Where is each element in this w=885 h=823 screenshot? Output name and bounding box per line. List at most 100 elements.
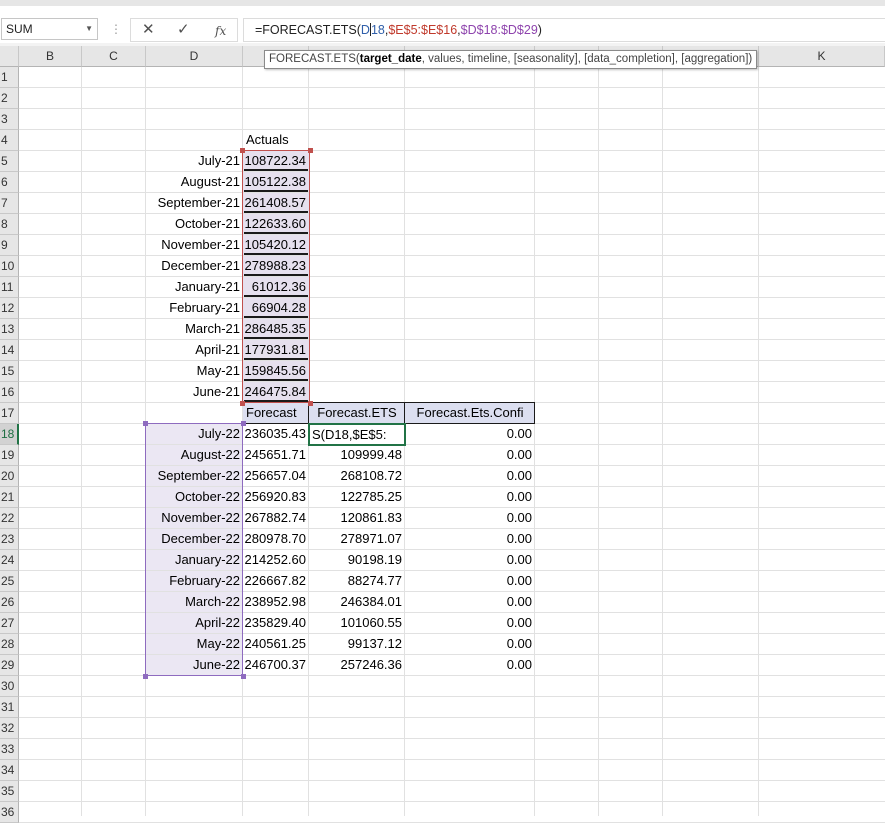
actual-date-cell[interactable]: February-21: [146, 298, 243, 318]
forecast-value-cell[interactable]: 226667.82: [243, 571, 309, 591]
forecast-value-cell[interactable]: 240561.25: [243, 634, 309, 654]
actual-date-cell[interactable]: May-21: [146, 361, 243, 381]
forecast-value-cell[interactable]: 236035.43: [243, 424, 309, 444]
resize-handle[interactable]: [240, 401, 245, 406]
forecast-date-cell[interactable]: November-22: [146, 508, 243, 528]
forecast-confidence-cell[interactable]: 0.00: [405, 592, 535, 612]
actual-date-cell[interactable]: September-21: [146, 193, 243, 213]
forecast-confidence-cell[interactable]: 0.00: [405, 571, 535, 591]
row-header[interactable]: 29: [0, 655, 19, 676]
column-header[interactable]: K: [759, 46, 885, 67]
row-header[interactable]: 27: [0, 613, 19, 634]
row-header[interactable]: 3: [0, 109, 19, 130]
row-header[interactable]: 20: [0, 466, 19, 487]
forecast-date-cell[interactable]: May-22: [146, 634, 243, 654]
cancel-icon[interactable]: ✕: [142, 21, 155, 39]
column-header[interactable]: D: [146, 46, 243, 67]
actual-value-cell[interactable]: 105420.12: [243, 235, 309, 255]
row-header[interactable]: 1: [0, 67, 19, 88]
resize-handle[interactable]: [143, 421, 148, 426]
resize-handle[interactable]: [240, 148, 245, 153]
forecast-table-header[interactable]: Forecast.Ets.Confi: [405, 403, 535, 423]
forecast-ets-cell[interactable]: 101060.55: [309, 613, 405, 633]
row-header[interactable]: 16: [0, 382, 19, 403]
actual-value-cell[interactable]: 246475.84: [243, 382, 309, 402]
name-box[interactable]: SUM ▼: [1, 18, 98, 40]
row-header[interactable]: 13: [0, 319, 19, 340]
forecast-confidence-cell[interactable]: 0.00: [405, 445, 535, 465]
actual-date-cell[interactable]: January-21: [146, 277, 243, 297]
row-header[interactable]: 28: [0, 634, 19, 655]
forecast-date-cell[interactable]: April-22: [146, 613, 243, 633]
row-header[interactable]: 15: [0, 361, 19, 382]
actual-value-cell[interactable]: 261408.57: [243, 193, 309, 213]
forecast-ets-cell[interactable]: 278971.07: [309, 529, 405, 549]
resize-handle[interactable]: [308, 401, 313, 406]
forecast-table-header[interactable]: Forecast: [243, 403, 309, 423]
actual-value-cell[interactable]: 286485.35: [243, 319, 309, 339]
row-header[interactable]: 9: [0, 235, 19, 256]
row-header[interactable]: 7: [0, 193, 19, 214]
forecast-ets-cell[interactable]: 120861.83: [309, 508, 405, 528]
actual-date-cell[interactable]: June-21: [146, 382, 243, 402]
actual-date-cell[interactable]: March-21: [146, 319, 243, 339]
actual-value-cell[interactable]: 177931.81: [243, 340, 309, 360]
row-header[interactable]: 4: [0, 130, 19, 151]
row-header[interactable]: 18: [0, 424, 19, 445]
forecast-date-cell[interactable]: August-22: [146, 445, 243, 465]
forecast-value-cell[interactable]: 238952.98: [243, 592, 309, 612]
enter-icon[interactable]: ✓: [177, 21, 190, 39]
forecast-ets-cell[interactable]: 122785.25: [309, 487, 405, 507]
row-header[interactable]: 11: [0, 277, 19, 298]
select-all-corner[interactable]: [0, 46, 19, 67]
row-header[interactable]: 5: [0, 151, 19, 172]
forecast-confidence-cell[interactable]: 0.00: [405, 424, 535, 444]
actual-date-cell[interactable]: December-21: [146, 256, 243, 276]
row-header[interactable]: 33: [0, 739, 19, 760]
actual-date-cell[interactable]: April-21: [146, 340, 243, 360]
actual-date-cell[interactable]: November-21: [146, 235, 243, 255]
row-header[interactable]: 10: [0, 256, 19, 277]
actuals-header[interactable]: Actuals: [243, 130, 309, 150]
row-header[interactable]: 32: [0, 718, 19, 739]
actual-date-cell[interactable]: July-21: [146, 151, 243, 171]
forecast-confidence-cell[interactable]: 0.00: [405, 613, 535, 633]
forecast-confidence-cell[interactable]: 0.00: [405, 634, 535, 654]
forecast-confidence-cell[interactable]: 0.00: [405, 550, 535, 570]
row-header[interactable]: 22: [0, 508, 19, 529]
forecast-value-cell[interactable]: 267882.74: [243, 508, 309, 528]
forecast-date-cell[interactable]: June-22: [146, 655, 243, 675]
formula-bar-input[interactable]: =FORECAST.ETS(D18,$E$5:$E$16,$D$18:$D$29…: [243, 18, 885, 42]
forecast-value-cell[interactable]: 214252.60: [243, 550, 309, 570]
row-header[interactable]: 21: [0, 487, 19, 508]
actual-value-cell[interactable]: 122633.60: [243, 214, 309, 234]
column-header[interactable]: B: [19, 46, 82, 67]
row-header[interactable]: 19: [0, 445, 19, 466]
forecast-value-cell[interactable]: 235829.40: [243, 613, 309, 633]
forecast-value-cell[interactable]: 245651.71: [243, 445, 309, 465]
active-cell-editor[interactable]: S(D18,$E$5:: [308, 423, 406, 446]
actual-date-cell[interactable]: October-21: [146, 214, 243, 234]
row-header[interactable]: 24: [0, 550, 19, 571]
row-header[interactable]: 31: [0, 697, 19, 718]
actual-value-cell[interactable]: 108722.34: [243, 151, 309, 171]
row-header[interactable]: 25: [0, 571, 19, 592]
forecast-date-cell[interactable]: October-22: [146, 487, 243, 507]
more-options-icon[interactable]: ⋮: [110, 20, 122, 38]
forecast-value-cell[interactable]: 280978.70: [243, 529, 309, 549]
forecast-date-cell[interactable]: March-22: [146, 592, 243, 612]
resize-handle[interactable]: [241, 674, 246, 679]
actual-value-cell[interactable]: 66904.28: [243, 298, 309, 318]
forecast-ets-cell[interactable]: 268108.72: [309, 466, 405, 486]
row-header[interactable]: 8: [0, 214, 19, 235]
insert-function-icon[interactable]: fx: [215, 22, 226, 40]
row-header[interactable]: 23: [0, 529, 19, 550]
row-header[interactable]: 26: [0, 592, 19, 613]
forecast-date-cell[interactable]: September-22: [146, 466, 243, 486]
function-tooltip[interactable]: FORECAST.ETS(target_date, values, timeli…: [264, 50, 758, 69]
row-header[interactable]: 30: [0, 676, 19, 697]
row-header[interactable]: 12: [0, 298, 19, 319]
forecast-value-cell[interactable]: 256657.04: [243, 466, 309, 486]
forecast-confidence-cell[interactable]: 0.00: [405, 466, 535, 486]
forecast-ets-cell[interactable]: 88274.77: [309, 571, 405, 591]
